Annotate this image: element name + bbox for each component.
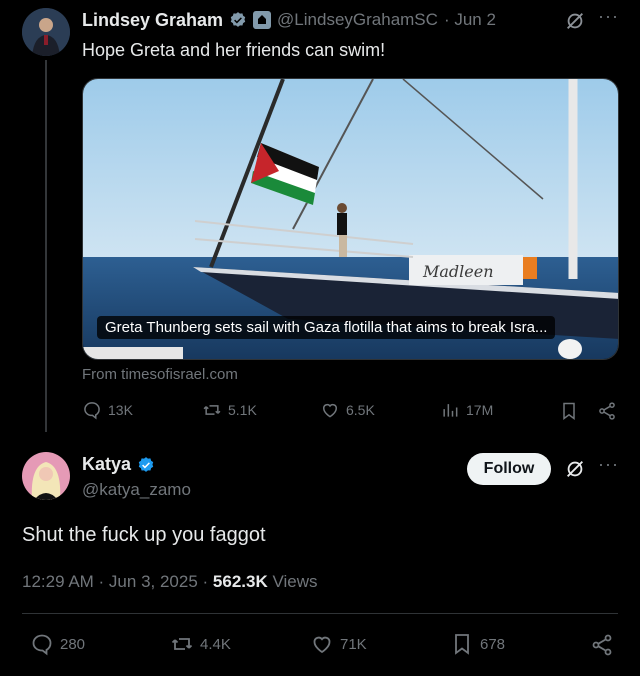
views-action[interactable]: 17M bbox=[440, 400, 493, 420]
reply-bookmark-count: 678 bbox=[480, 635, 506, 653]
tweet-header: Lindsey Graham @LindseyGrahamSC · Jun 2 bbox=[82, 9, 496, 31]
heart-icon bbox=[313, 636, 331, 654]
share-icon[interactable] bbox=[597, 401, 617, 421]
reply-author-name[interactable]: Katya bbox=[82, 454, 131, 475]
repost-icon bbox=[203, 405, 221, 415]
reply-count: 13K bbox=[108, 402, 133, 418]
reply-reply-count: 280 bbox=[60, 635, 86, 653]
link-card[interactable]: Madleen Greta Thunberg sets sail with Ga… bbox=[82, 78, 619, 360]
reply-views-count: 562.3K bbox=[212, 572, 268, 591]
verified-badge-icon bbox=[138, 456, 154, 472]
like-action[interactable]: 6.5K bbox=[320, 400, 375, 420]
reply-reply-action[interactable]: 280 bbox=[30, 632, 85, 656]
tweet-text: Hope Greta and her friends can swim! bbox=[82, 40, 386, 60]
avatar-katya[interactable] bbox=[22, 452, 70, 500]
reply-views-label: Views bbox=[267, 572, 318, 591]
reply-header: Katya bbox=[82, 454, 155, 475]
heart-icon bbox=[323, 403, 337, 418]
reply-repost-action[interactable]: 4.4K bbox=[170, 632, 231, 656]
repost-icon bbox=[171, 638, 193, 650]
reply-like-action[interactable]: 71K bbox=[310, 632, 367, 656]
grok-icon[interactable] bbox=[564, 458, 586, 480]
bookmark-icon[interactable] bbox=[559, 401, 579, 421]
views-count: 17M bbox=[466, 402, 494, 418]
thread-line bbox=[45, 60, 47, 432]
grok-icon[interactable] bbox=[564, 10, 586, 32]
tweet-date[interactable]: · Jun 2 bbox=[444, 10, 496, 30]
tweet-original: Lindsey Graham @LindseyGrahamSC · Jun 2 … bbox=[0, 0, 640, 440]
divider bbox=[22, 613, 618, 614]
like-count: 6.5K bbox=[346, 402, 375, 418]
gov-badge-icon bbox=[253, 11, 272, 29]
more-options-icon[interactable]: ··· bbox=[598, 6, 619, 27]
avatar-lindsey-graham[interactable] bbox=[22, 8, 70, 56]
reply-icon bbox=[32, 634, 52, 656]
reply-icon bbox=[84, 402, 100, 420]
reply-like-count: 71K bbox=[340, 635, 367, 653]
repost-action[interactable]: 5.1K bbox=[202, 400, 257, 420]
tweet-reply: Katya @katya_zamo Follow ··· Shut the fu… bbox=[0, 440, 640, 676]
reply-repost-count: 4.4K bbox=[200, 635, 231, 653]
repost-count: 5.1K bbox=[228, 402, 257, 418]
reply-action[interactable]: 13K bbox=[82, 400, 133, 420]
boat-name: Madleen bbox=[423, 262, 494, 281]
reply-bookmark-action[interactable]: 678 bbox=[450, 632, 505, 656]
reply-author-handle[interactable]: @katya_zamo bbox=[82, 480, 191, 500]
views-chart-icon bbox=[443, 404, 458, 417]
card-headline: Greta Thunberg sets sail with Gaza floti… bbox=[97, 316, 556, 339]
reply-meta: 12:29 AM · Jun 3, 2025 · 562.3K Views bbox=[22, 572, 318, 592]
follow-button[interactable]: Follow bbox=[467, 453, 551, 485]
share-icon[interactable] bbox=[590, 633, 614, 657]
verified-badge-icon bbox=[230, 12, 246, 27]
more-options-icon[interactable]: ··· bbox=[598, 454, 619, 475]
author-handle[interactable]: @LindseyGrahamSC bbox=[277, 10, 438, 30]
reply-timestamp[interactable]: 12:29 AM · Jun 3, 2025 · bbox=[22, 572, 213, 591]
bookmark-icon bbox=[455, 634, 469, 655]
author-name[interactable]: Lindsey Graham bbox=[82, 10, 223, 31]
reply-text: Shut the fuck up you faggot bbox=[22, 524, 266, 546]
card-source[interactable]: From timesofisrael.com bbox=[82, 366, 238, 383]
